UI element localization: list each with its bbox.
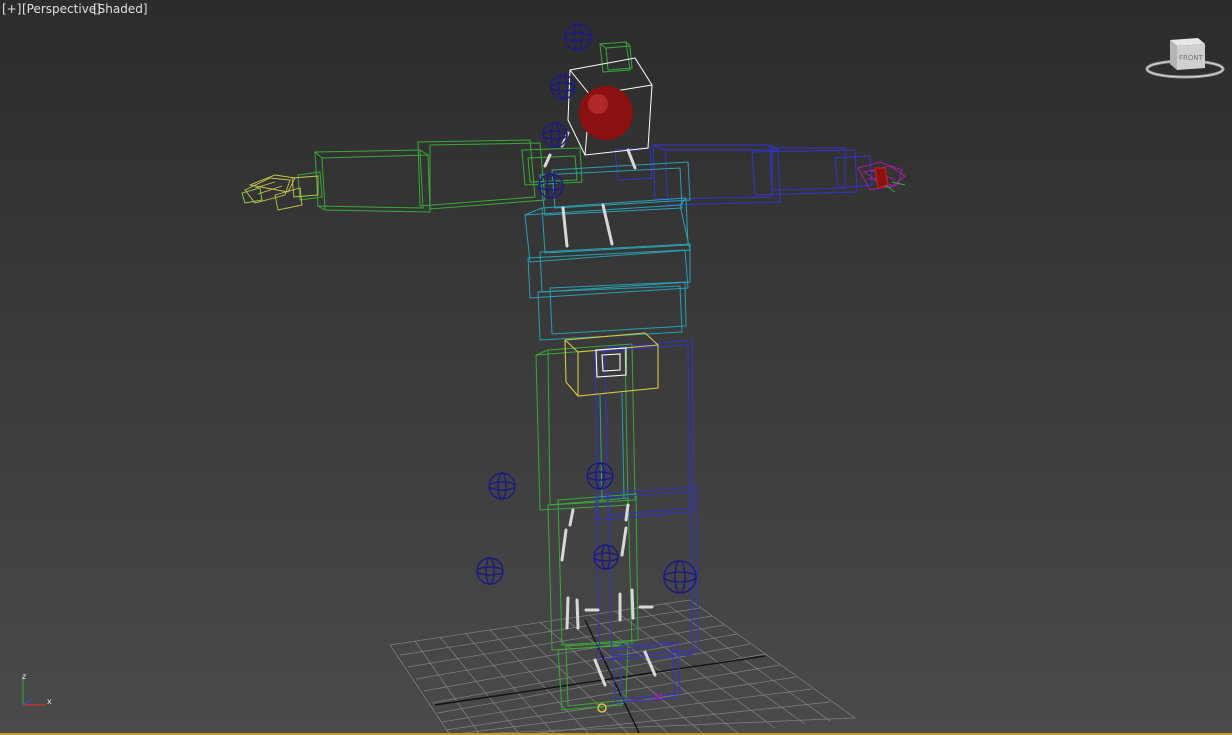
shading-mode-label[interactable]: [Shaded] [93, 2, 148, 16]
pelvis[interactable] [564, 332, 659, 397]
viewcube-icon[interactable]: FRONT [1143, 30, 1227, 86]
viewcube-front-label: FRONT [1179, 54, 1204, 62]
head[interactable] [567, 57, 653, 156]
spine[interactable] [524, 161, 691, 341]
right-hand[interactable] [857, 161, 906, 193]
ik-helper-sphere[interactable] [586, 462, 614, 490]
ik-helper-sphere[interactable] [488, 472, 516, 500]
right-arm[interactable] [614, 144, 873, 206]
axis-z-label: z [22, 672, 26, 681]
ik-helper-sphere[interactable] [538, 173, 564, 199]
ground-grid [389, 599, 857, 735]
ik-helper-sphere[interactable] [542, 122, 568, 148]
ik-helper-sphere[interactable] [550, 74, 576, 100]
axis-tripod-icon: z x [22, 672, 52, 706]
viewport-menu-button[interactable]: [+] [2, 2, 21, 16]
scene-canvas[interactable] [0, 0, 1232, 735]
right-leg[interactable] [594, 339, 699, 704]
perspective-viewport[interactable]: [+] [Perspective] [Shaded] FRONT z x [0, 0, 1232, 735]
grid-axes [434, 619, 766, 735]
axis-x-label: x [47, 697, 52, 706]
ik-helper-sphere[interactable] [564, 23, 592, 51]
ik-helper-sphere[interactable] [476, 557, 504, 585]
left-hand[interactable] [241, 174, 319, 211]
view-type-label[interactable]: [Perspective] [22, 2, 101, 16]
